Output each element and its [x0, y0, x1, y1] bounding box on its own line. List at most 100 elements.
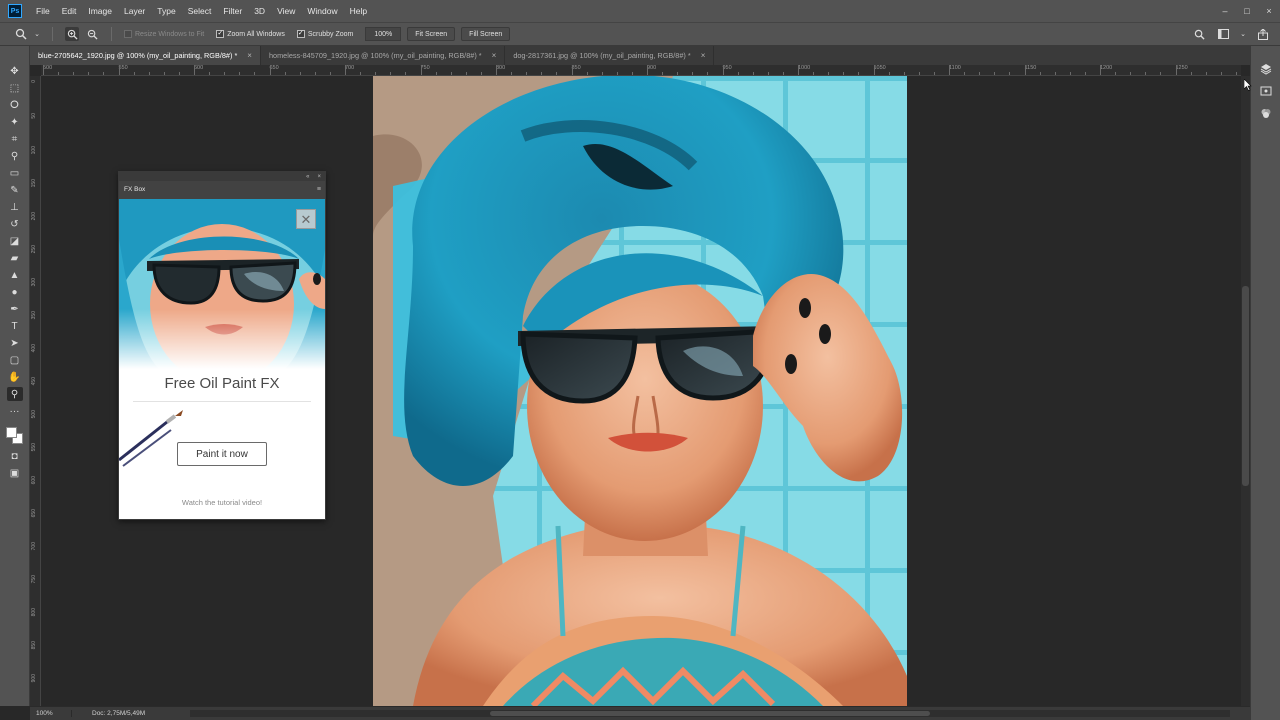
menu-file[interactable]: File: [30, 0, 56, 22]
pen-tool-icon[interactable]: ✒: [7, 302, 23, 316]
magic-wand-tool-icon[interactable]: ✦: [7, 115, 23, 129]
close-panel-icon[interactable]: ×: [317, 174, 321, 180]
zoom-tool-icon[interactable]: ⚲: [6, 387, 23, 401]
share-icon[interactable]: [1256, 27, 1270, 41]
options-right: ⌄: [1192, 27, 1270, 41]
maximize-icon[interactable]: □: [1242, 6, 1252, 16]
ruler-label: 300: [31, 278, 37, 287]
options-bar: ⌄ Resize Windows to Fit ✓ Zoom All Windo…: [0, 22, 1280, 46]
checkmark-icon[interactable]: ✓: [216, 30, 225, 38]
crop-tool-icon[interactable]: ⌗: [7, 132, 23, 146]
move-tool-icon[interactable]: ✥: [7, 64, 23, 78]
lasso-tool-icon[interactable]: ⵔ: [7, 98, 23, 112]
ruler-tick: [767, 72, 769, 75]
eraser-tool-icon[interactable]: ◪: [7, 234, 23, 248]
menu-filter[interactable]: Filter: [217, 0, 248, 22]
close-icon[interactable]: ✕: [296, 209, 316, 229]
workspace-icon[interactable]: [1216, 27, 1230, 41]
menu-type[interactable]: Type: [151, 0, 181, 22]
brush-tool-icon[interactable]: ✎: [7, 183, 23, 197]
tab-label: blue-2705642_1920.jpg @ 100% (my_oil_pai…: [38, 51, 238, 60]
fx-box-panel[interactable]: « × FX Box ≡ ✕ Free Oil Paint FX Paint i…: [118, 171, 326, 520]
horizontal-ruler[interactable]: 500 550 600 650 700 750 800 850 900 950 1000 1050 11…: [41, 65, 1241, 76]
zoom-all-windows-checkbox[interactable]: ✓ Zoom All Windows: [216, 30, 285, 38]
collapse-icon[interactable]: «: [306, 174, 309, 180]
minimize-icon[interactable]: –: [1220, 6, 1230, 16]
chevron-down-icon[interactable]: ⌄: [1240, 27, 1246, 41]
ruler-tick: [677, 72, 678, 75]
type-tool-icon[interactable]: T: [7, 319, 23, 333]
tab-dog-2817361[interactable]: dog-2817361.jpg @ 100% (my_oil_painting,…: [505, 46, 715, 65]
status-bar: 100% Doc: 2,75M/5,49M: [30, 706, 1250, 720]
ruler-tick: [752, 72, 754, 75]
ruler-tick: [964, 72, 965, 75]
menu-view[interactable]: View: [271, 0, 301, 22]
ruler-label: 1050: [873, 65, 886, 71]
fx-box-titlebar[interactable]: « × FX Box ≡: [119, 172, 325, 199]
menu-layer[interactable]: Layer: [118, 0, 151, 22]
channels-icon[interactable]: [1259, 106, 1273, 120]
eyedropper-tool-icon[interactable]: ⚲: [7, 149, 23, 163]
close-window-icon[interactable]: ×: [1264, 6, 1274, 16]
menu-select[interactable]: Select: [182, 0, 218, 22]
gradient-tool-icon[interactable]: ▰: [7, 251, 23, 265]
vertical-scrollbar[interactable]: [1241, 76, 1250, 706]
fill-screen-button[interactable]: Fill Screen: [461, 27, 511, 41]
shape-tool-icon[interactable]: ▢: [7, 353, 23, 367]
photoshop-logo-icon[interactable]: Ps: [8, 4, 22, 18]
tab-blue-2705642[interactable]: blue-2705642_1920.jpg @ 100% (my_oil_pai…: [30, 46, 261, 65]
checkmark-icon[interactable]: ✓: [296, 30, 305, 38]
layers-icon[interactable]: [1259, 62, 1273, 76]
vertical-ruler[interactable]: 0 50 100 150 200 250 300 350 400 450 500 550 600 650 7…: [30, 76, 41, 706]
search-icon[interactable]: [1192, 27, 1206, 41]
menu-image[interactable]: Image: [82, 0, 118, 22]
stamp-tool-icon[interactable]: ⊥: [7, 200, 23, 214]
close-icon[interactable]: ×: [701, 51, 706, 60]
color-swatches[interactable]: [5, 427, 24, 445]
doc-size-info[interactable]: Doc: 2,75M/5,49M: [72, 710, 172, 717]
ruler-label: 750: [31, 575, 37, 584]
blur-tool-icon[interactable]: ▲: [7, 268, 23, 282]
frame-tool-icon[interactable]: ▭: [7, 166, 23, 180]
zoom-tool-preset-icon[interactable]: [14, 27, 28, 41]
paths-icon[interactable]: [1259, 84, 1273, 98]
chevron-down-icon[interactable]: ⌄: [34, 27, 40, 41]
menu-help[interactable]: Help: [344, 0, 373, 22]
ruler-tick: [209, 72, 210, 75]
panel-menu-icon[interactable]: ≡: [317, 186, 321, 193]
close-icon[interactable]: ×: [247, 51, 252, 60]
hand-tool-icon[interactable]: ✋: [7, 370, 23, 384]
vertical-scroll-thumb[interactable]: [1242, 286, 1249, 486]
horizontal-scroll-thumb[interactable]: [490, 711, 930, 716]
ruler-tick: [541, 72, 542, 75]
ruler-tick: [88, 72, 89, 75]
scrubby-zoom-checkbox[interactable]: ✓ Scrubby Zoom: [296, 30, 353, 38]
close-icon[interactable]: ×: [492, 51, 497, 60]
ruler-tick: [1220, 72, 1222, 75]
zoom-value-field[interactable]: 100%: [365, 27, 402, 41]
screen-mode-icon[interactable]: ▣: [7, 466, 23, 480]
fit-screen-button[interactable]: Fit Screen: [407, 27, 456, 41]
paint-it-now-button[interactable]: Paint it now: [177, 442, 267, 466]
document-image[interactable]: [373, 76, 907, 706]
history-brush-tool-icon[interactable]: ↺: [7, 217, 23, 231]
ruler-label: 700: [345, 65, 355, 71]
ruler-tick: [360, 72, 361, 75]
menu-window[interactable]: Window: [301, 0, 343, 22]
horizontal-scrollbar[interactable]: [190, 710, 1230, 717]
menu-3d[interactable]: 3D: [248, 0, 271, 22]
ruler-tick: [1175, 65, 1177, 75]
zoom-out-icon[interactable]: [85, 27, 99, 41]
tab-homeless-845709[interactable]: homeless-845709_1920.jpg @ 100% (my_oil_…: [260, 46, 506, 65]
foreground-color-swatch[interactable]: [5, 427, 17, 438]
zoom-in-icon[interactable]: [65, 27, 79, 41]
zoom-level-field[interactable]: 100%: [30, 710, 72, 717]
marquee-tool-icon[interactable]: ⬚: [7, 81, 23, 95]
path-selection-tool-icon[interactable]: ➤: [7, 336, 23, 350]
ruler-tick: [511, 72, 512, 75]
more-tools-icon[interactable]: ···: [7, 404, 23, 418]
quick-mask-icon[interactable]: ◘: [7, 449, 23, 463]
dodge-tool-icon[interactable]: ●: [7, 285, 23, 299]
tutorial-link[interactable]: Watch the tutorial video!: [119, 498, 325, 507]
menu-edit[interactable]: Edit: [56, 0, 83, 22]
